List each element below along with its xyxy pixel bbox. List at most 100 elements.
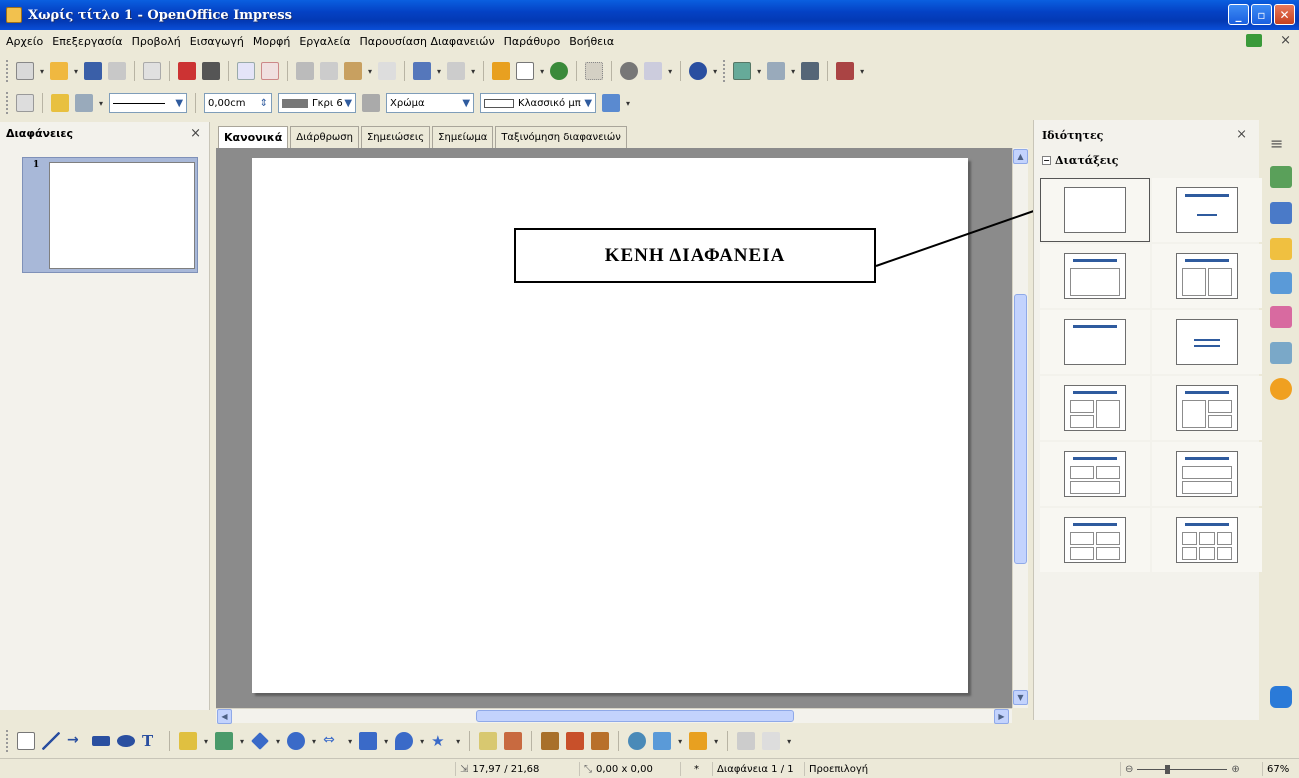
menu-slideshow[interactable]: Παρουσίαση Διαφανειών	[359, 35, 494, 48]
arrow-line-icon[interactable]: →	[67, 732, 85, 750]
layout-blank[interactable]	[1040, 178, 1150, 242]
slide-thumbnail-item[interactable]: 1	[22, 157, 198, 273]
layout-title-2content-right[interactable]	[1152, 376, 1262, 440]
redo-icon[interactable]	[447, 62, 466, 80]
styles-deck-icon[interactable]	[1270, 306, 1292, 328]
arrange-icon[interactable]	[689, 732, 708, 750]
vertical-scroll-thumb[interactable]	[1014, 294, 1027, 564]
toolbar-grip[interactable]	[6, 92, 10, 114]
collapse-icon[interactable]: −	[1042, 155, 1051, 165]
chevron-down-icon[interactable]: ▼	[175, 98, 183, 109]
chevron-down-icon[interactable]: ▾	[540, 67, 544, 76]
properties-deck-icon[interactable]	[1270, 166, 1292, 188]
vertical-scrollbar[interactable]: ▲ ▼	[1012, 148, 1028, 708]
text-icon[interactable]: T	[142, 732, 160, 750]
layout-title-2content-stacked[interactable]	[1152, 442, 1262, 506]
toolbar-overflow-icon[interactable]: ▾	[787, 737, 791, 746]
chevron-down-icon[interactable]: ▾	[368, 67, 372, 76]
menu-edit[interactable]: Επεξεργασία	[52, 35, 122, 48]
chevron-down-icon[interactable]: ▼	[462, 98, 470, 109]
print-icon[interactable]	[202, 62, 221, 80]
slide-thumbnail[interactable]	[49, 162, 195, 269]
menu-tools[interactable]: Εργαλεία	[299, 35, 350, 48]
navigator-icon[interactable]	[1270, 378, 1292, 400]
layout-centered-text[interactable]	[1152, 310, 1262, 374]
callouts-icon[interactable]	[395, 732, 414, 750]
layout-title-4content[interactable]	[1040, 508, 1150, 572]
zoom-slider[interactable]: ⊖ ⊕	[1120, 762, 1260, 776]
line-icon[interactable]	[51, 94, 69, 112]
menu-format[interactable]: Μορφή	[253, 35, 290, 48]
tab-normal[interactable]: Κανονικά	[218, 126, 289, 148]
chevron-down-icon[interactable]: ▾	[678, 737, 682, 746]
zoom-out-icon[interactable]: ⊖	[1125, 764, 1133, 775]
table-icon[interactable]	[516, 62, 535, 80]
sidebar-menu-icon[interactable]: ≡	[1270, 134, 1292, 156]
maximize-button[interactable]: ▫	[1251, 4, 1272, 25]
email-icon[interactable]	[108, 62, 127, 80]
area-fill-select[interactable]: Κλασσικό μπ ▼	[480, 93, 597, 113]
slide-design-icon[interactable]	[767, 62, 786, 80]
menu-view[interactable]: Προβολή	[132, 35, 181, 48]
edit-file-icon[interactable]	[143, 62, 162, 80]
chevron-down-icon[interactable]: ▾	[348, 737, 352, 746]
autospellcheck-icon[interactable]	[261, 62, 280, 80]
line-style-select[interactable]: ▼	[109, 93, 188, 113]
tab-slide-sorter[interactable]: Ταξινόμηση διαφανειών	[495, 126, 627, 148]
grid-icon[interactable]	[585, 62, 604, 80]
toolbar-grip[interactable]	[6, 60, 10, 82]
area-style-select[interactable]: Χρώμα ▼	[386, 93, 475, 113]
teamviewer-icon[interactable]	[1270, 686, 1292, 708]
chevron-down-icon[interactable]: ▾	[420, 737, 424, 746]
new-document-icon[interactable]	[16, 62, 34, 80]
flowchart-icon[interactable]	[359, 732, 378, 750]
toolbar-grip[interactable]	[723, 60, 727, 82]
scroll-up-icon[interactable]: ▲	[1013, 149, 1028, 164]
chevron-down-icon[interactable]: ▾	[456, 737, 460, 746]
save-icon[interactable]	[84, 62, 103, 80]
fontwork-icon[interactable]	[541, 732, 560, 750]
toggle-3d-icon[interactable]	[762, 732, 781, 750]
tab-outline[interactable]: Διάρθρωση	[290, 126, 359, 148]
copy-icon[interactable]	[320, 62, 339, 80]
clone-formatting-icon[interactable]	[378, 62, 397, 80]
alignment-icon[interactable]	[653, 732, 672, 750]
gallery-insert-icon[interactable]	[591, 732, 610, 750]
chevron-down-icon[interactable]: ▾	[74, 67, 78, 76]
zoom-slider-handle[interactable]	[1165, 764, 1171, 774]
layout-title-2content-left[interactable]	[1040, 376, 1150, 440]
chevron-down-icon[interactable]: ▾	[99, 99, 103, 108]
navigator-icon[interactable]	[620, 62, 639, 80]
area-fill-icon[interactable]	[362, 94, 381, 112]
hyperlink-icon[interactable]	[550, 62, 569, 80]
minimize-button[interactable]: _	[1228, 4, 1249, 25]
chevron-down-icon[interactable]: ▾	[40, 67, 44, 76]
menu-window[interactable]: Παράθυρο	[504, 35, 561, 48]
close-document-icon[interactable]: ×	[1280, 33, 1291, 48]
menu-help[interactable]: Βοήθεια	[569, 35, 614, 48]
close-icon[interactable]: ×	[190, 126, 201, 141]
arrow-style-icon[interactable]	[75, 94, 93, 112]
block-arrows-icon[interactable]: ⇔	[323, 732, 341, 750]
zoom-level[interactable]: 67%	[1262, 762, 1299, 776]
close-icon[interactable]: ×	[1236, 127, 1247, 142]
chevron-down-icon[interactable]: ▾	[312, 737, 316, 746]
slideshow-icon[interactable]	[836, 62, 855, 80]
glue-points-icon[interactable]	[504, 732, 523, 750]
chevron-down-icon[interactable]: ▾	[384, 737, 388, 746]
from-file-icon[interactable]	[566, 732, 585, 750]
chart-icon[interactable]	[492, 62, 511, 80]
layout-title-content[interactable]	[1040, 244, 1150, 308]
chevron-down-icon[interactable]: ▾	[240, 737, 244, 746]
tab-notes[interactable]: Σημειώσεις	[360, 126, 431, 148]
extrusion-icon[interactable]	[737, 732, 756, 750]
cut-icon[interactable]	[296, 62, 315, 80]
points-icon[interactable]	[479, 732, 498, 750]
chevron-down-icon[interactable]: ▾	[791, 67, 795, 76]
horizontal-scroll-thumb[interactable]	[476, 710, 794, 722]
chevron-down-icon[interactable]: ▾	[668, 67, 672, 76]
spin-icon[interactable]: ⇕	[260, 98, 268, 109]
tab-handout[interactable]: Σημείωμα	[432, 126, 494, 148]
select-arrow-icon[interactable]	[17, 732, 35, 750]
shadow-icon[interactable]	[602, 94, 621, 112]
